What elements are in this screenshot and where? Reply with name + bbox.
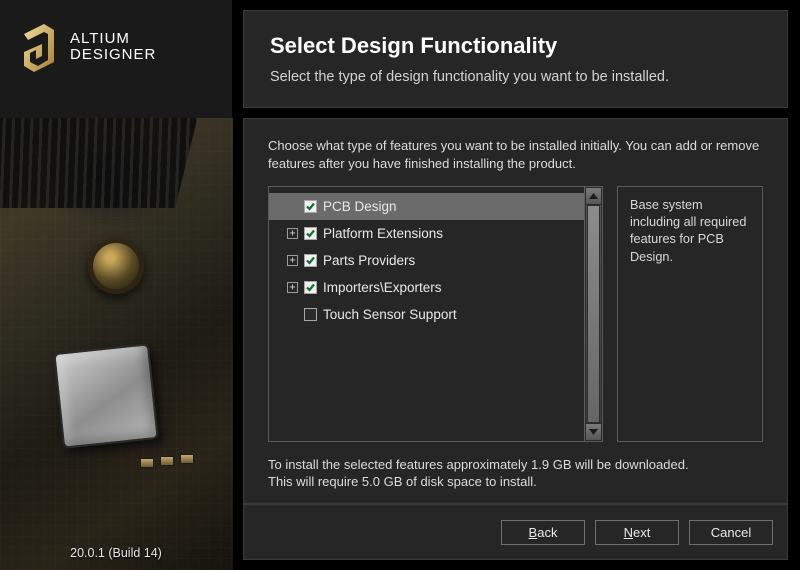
feature-tree: +PCB Design+Platform Extensions+Parts Pr… xyxy=(268,186,603,442)
brand-logo: ALTIUM DESIGNER xyxy=(0,0,232,94)
sidebar-artwork xyxy=(0,118,233,570)
expand-icon[interactable]: + xyxy=(287,282,298,293)
feature-label: Parts Providers xyxy=(323,253,576,268)
feature-row[interactable]: +Touch Sensor Support xyxy=(269,301,584,328)
version-label: 20.0.1 (Build 14) xyxy=(0,546,232,560)
feature-checkbox[interactable] xyxy=(304,281,317,294)
footer-bar: Back Next Cancel xyxy=(243,504,788,560)
footnote-diskspace: This will require 5.0 GB of disk space t… xyxy=(268,473,763,491)
footnote-download: To install the selected features approxi… xyxy=(268,456,763,474)
back-button[interactable]: Back xyxy=(501,520,585,545)
feature-label: Importers\Exporters xyxy=(323,280,576,295)
brand-line2: DESIGNER xyxy=(70,47,156,63)
brand-text: ALTIUM DESIGNER xyxy=(70,31,156,63)
page-subtitle: Select the type of design functionality … xyxy=(270,69,761,85)
sidebar: ALTIUM DESIGNER 20.0.1 (Build 14) xyxy=(0,0,233,570)
feature-row[interactable]: + Importers\Exporters xyxy=(269,274,584,301)
body-panel: Choose what type of features you want to… xyxy=(243,118,788,504)
scroll-track[interactable] xyxy=(585,205,602,423)
scroll-down-button[interactable] xyxy=(585,423,602,441)
scroll-up-button[interactable] xyxy=(585,187,602,205)
content-area: Select Design Functionality Select the t… xyxy=(233,0,800,570)
feature-checkbox[interactable] xyxy=(304,200,317,213)
header-panel: Select Design Functionality Select the t… xyxy=(243,10,788,108)
instructions-text: Choose what type of features you want to… xyxy=(268,137,763,172)
scroll-thumb[interactable] xyxy=(587,205,600,423)
feature-checkbox[interactable] xyxy=(304,308,317,321)
feature-checkbox[interactable] xyxy=(304,254,317,267)
feature-row[interactable]: + Platform Extensions xyxy=(269,220,584,247)
feature-label: Touch Sensor Support xyxy=(323,307,576,322)
install-size-note: To install the selected features approxi… xyxy=(268,456,763,491)
feature-tree-items: +PCB Design+Platform Extensions+Parts Pr… xyxy=(269,187,584,441)
feature-label: PCB Design xyxy=(323,199,576,214)
feature-selection-area: +PCB Design+Platform Extensions+Parts Pr… xyxy=(268,186,763,442)
altium-logo-icon xyxy=(16,22,60,72)
feature-checkbox[interactable] xyxy=(304,227,317,240)
next-button[interactable]: Next xyxy=(595,520,679,545)
expand-icon[interactable]: + xyxy=(287,228,298,239)
brand-line1: ALTIUM xyxy=(70,31,156,47)
cancel-button[interactable]: Cancel xyxy=(689,520,773,545)
feature-label: Platform Extensions xyxy=(323,226,576,241)
feature-row[interactable]: + Parts Providers xyxy=(269,247,584,274)
installer-window: ALTIUM DESIGNER 20.0.1 (Build 14) Select… xyxy=(0,0,800,570)
expand-icon[interactable]: + xyxy=(287,255,298,266)
feature-tree-scrollbar[interactable] xyxy=(584,187,602,441)
feature-description: Base system including all required featu… xyxy=(617,186,763,442)
feature-row[interactable]: +PCB Design xyxy=(269,193,584,220)
page-title: Select Design Functionality xyxy=(270,33,761,59)
